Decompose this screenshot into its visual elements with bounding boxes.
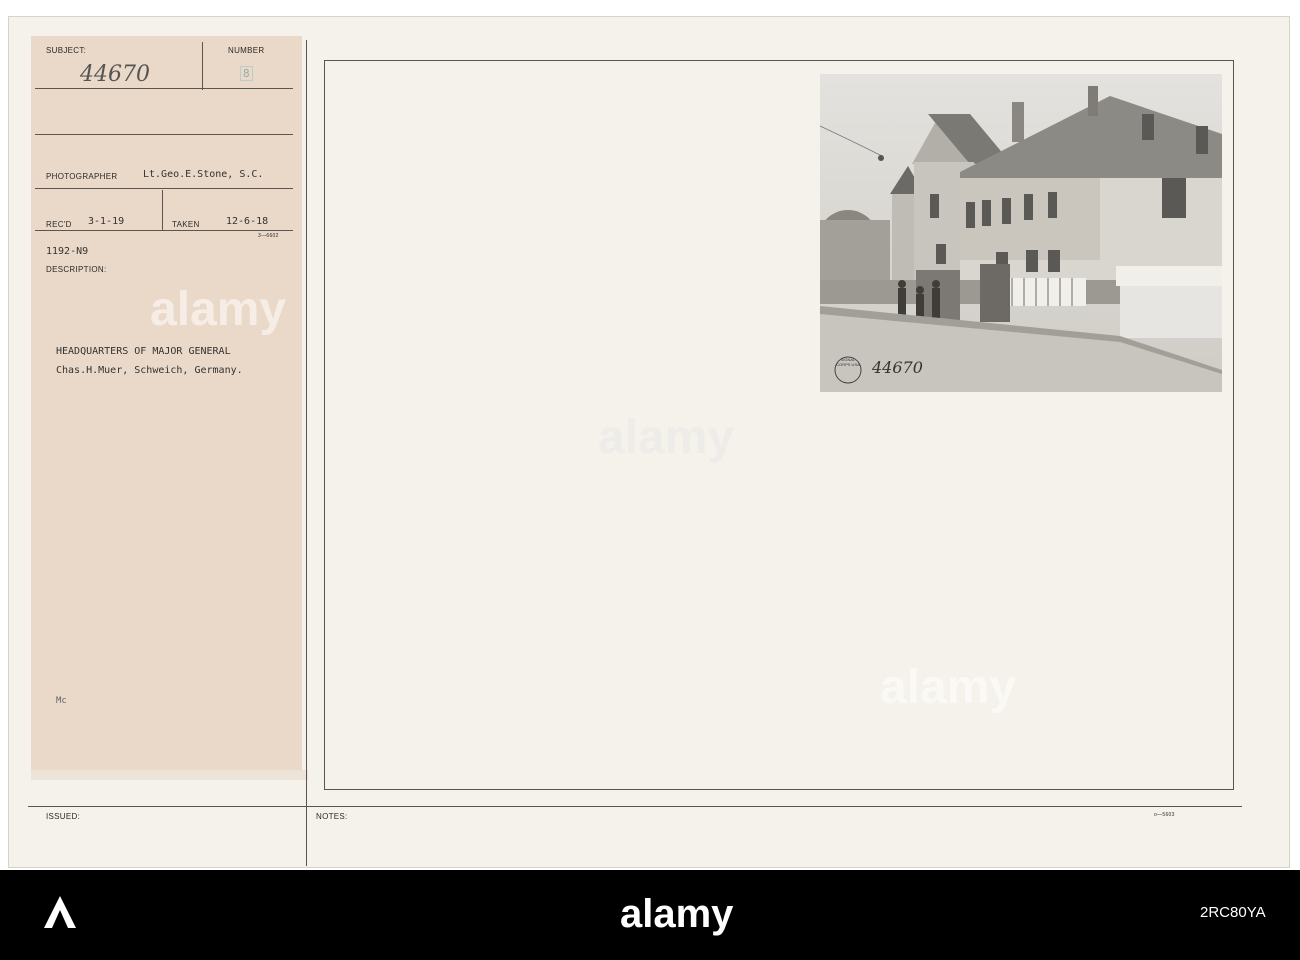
watermark-left: alamy [150, 283, 287, 336]
file-code: 1192-N9 [46, 246, 89, 257]
subject-label: SUBJECT: [46, 46, 87, 55]
description-line-1: HEADQUARTERS OF MAJOR GENERAL [56, 346, 231, 357]
issued-label: ISSUED: [46, 812, 81, 821]
taken-value: 12-6-18 [226, 216, 269, 227]
rule-dates [35, 230, 293, 231]
number-value: 8 [240, 66, 253, 81]
notes-label: NOTES: [316, 812, 348, 821]
signal-corps-stamp: SIGNAL CORPS USA [836, 357, 860, 367]
rule-blank [35, 134, 293, 135]
recd-divider [162, 190, 163, 230]
number-label: NUMBER [228, 46, 265, 55]
recd-value: 3-1-19 [88, 216, 125, 227]
subject-value: 44670 [80, 62, 150, 87]
headquarters-photo: SIGNAL CORPS USA 44670 [820, 74, 1222, 392]
photographer-label: PHOTOGRAPHER [46, 172, 118, 181]
footer-logo: alamy [620, 892, 734, 936]
initials: Mc [56, 696, 67, 706]
caption-slip-edge [31, 770, 308, 780]
photo-number: 44670 [872, 358, 923, 377]
watermark-right: alamy [880, 661, 1017, 714]
rule-subject [35, 88, 293, 89]
footer-image-id: 2RC80YA [1200, 904, 1266, 921]
building-illustration [820, 74, 1222, 392]
taken-label: TAKEN [172, 220, 200, 229]
slip-right-divider [306, 40, 307, 866]
recd-label: REC'D [46, 220, 72, 229]
caption-slip [31, 36, 302, 770]
form-code: 3—6602 [258, 233, 279, 239]
description-line-2: Chas.H.Muer, Schweich, Germany. [56, 365, 243, 376]
alamy-a-icon [44, 896, 76, 928]
rule-bottom [28, 806, 1242, 807]
watermark-center: alamy [598, 411, 735, 464]
card-code: o—5603 [1154, 812, 1175, 818]
description-label: DESCRIPTION: [46, 265, 107, 274]
photographer-value: Lt.Geo.E.Stone, S.C. [143, 169, 264, 180]
rule-photographer [35, 188, 293, 189]
subject-divider [202, 42, 203, 90]
